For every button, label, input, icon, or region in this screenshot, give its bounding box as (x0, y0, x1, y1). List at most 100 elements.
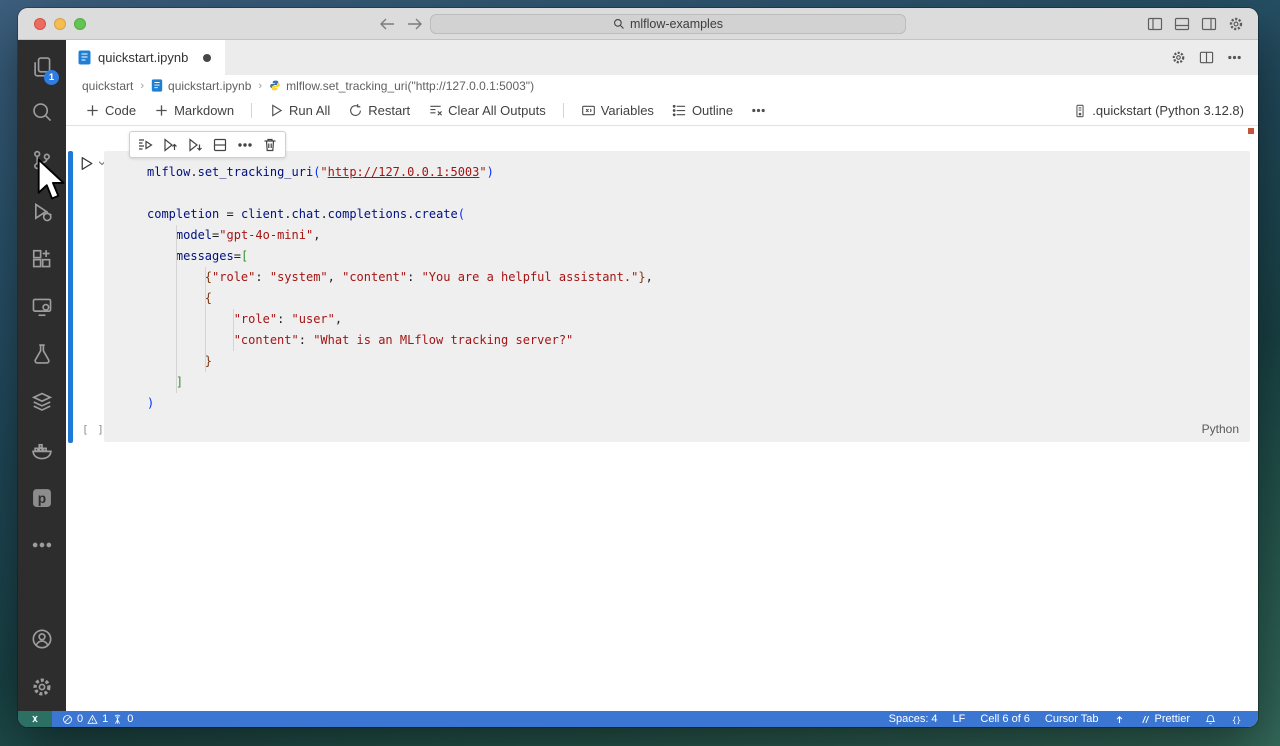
code-line[interactable] (147, 183, 1250, 204)
status-bell[interactable] (1205, 714, 1216, 725)
activity-bar-item-explorer[interactable]: 1 (18, 53, 66, 85)
activity-bar-item-database[interactable] (18, 388, 66, 416)
app-window: mlflow-examples 1 p quickstart.ipynb qui… (18, 8, 1258, 727)
navigate-forward-icon[interactable] (406, 16, 424, 32)
toolbar-outline-button[interactable]: Outline (665, 100, 740, 121)
breadcrumb-separator: › (140, 79, 145, 92)
status-lf[interactable]: LF (953, 713, 966, 725)
code-cell-editor[interactable]: mlflow.set_tracking_uri("http://127.0.0.… (104, 151, 1250, 442)
status-error[interactable]: 0 (62, 713, 83, 725)
run-cell-icon (78, 155, 95, 172)
toggle-panel-bottom-icon[interactable] (1174, 16, 1190, 32)
code-line[interactable]: "content": "What is an MLflow tracking s… (147, 330, 1250, 351)
delete-icon[interactable] (262, 137, 278, 153)
toggle-panel-right-icon[interactable] (1201, 16, 1217, 32)
tab-bar: quickstart.ipynb (66, 40, 1258, 75)
indent-guide (205, 267, 206, 372)
activity-bar-item-source-control[interactable] (18, 146, 66, 174)
run-debug-icon (31, 201, 53, 223)
minimize-window-button[interactable] (54, 18, 66, 30)
toolbar-divider (562, 103, 564, 118)
title-bar: mlflow-examples (18, 8, 1258, 40)
kernel-icon (1073, 104, 1087, 118)
editor-area: quickstart.ipynb quickstart › quickstart… (66, 40, 1258, 711)
toolbar-markdown-button[interactable]: Markdown (147, 100, 241, 121)
notebook-body: mlflow.set_tracking_uri("http://127.0.0.… (66, 126, 1258, 711)
code-line[interactable]: {"role": "system", "content": "You are a… (147, 267, 1250, 288)
toolbar-divider (251, 103, 253, 118)
tab-quickstart-ipynb[interactable]: quickstart.ipynb (66, 40, 226, 75)
breadcrumb-item[interactable]: mlflow.set_tracking_uri("http://127.0.0.… (269, 79, 534, 93)
status-spaces-4[interactable]: Spaces: 4 (889, 713, 938, 725)
arrow-up-icon (1114, 714, 1125, 725)
code-line[interactable]: "role": "user", (147, 309, 1250, 330)
activity-bar-item-docker[interactable] (18, 436, 66, 464)
close-window-button[interactable] (34, 18, 46, 30)
status-cursor-tab[interactable]: Cursor Tab (1045, 713, 1099, 725)
notebook-icon (151, 79, 163, 92)
unsaved-changes-dot[interactable] (203, 53, 212, 62)
activity-bar-item-search[interactable] (18, 98, 66, 126)
run-below-icon[interactable] (187, 137, 203, 153)
python-icon (269, 79, 281, 92)
status-braces[interactable]: {} (1231, 714, 1242, 725)
toolbar-variables-button[interactable]: Variables (574, 100, 661, 121)
command-center-search[interactable]: mlflow-examples (430, 14, 906, 34)
customize-layout-icon[interactable] (1228, 16, 1244, 32)
run-above-icon[interactable] (162, 137, 178, 153)
cell-language-picker[interactable]: Python (1202, 422, 1239, 436)
remote-indicator[interactable] (18, 711, 52, 727)
code-line[interactable]: messages=[ (147, 246, 1250, 267)
status-ports[interactable]: 0 (112, 713, 133, 725)
toolbar-restart-button[interactable]: Restart (341, 100, 417, 121)
tracking-uri-link[interactable]: http://127.0.0.1:5003 (328, 165, 480, 179)
code-line[interactable]: } (147, 351, 1250, 372)
main-area: 1 p quickstart.ipynb quickstart › quicks… (18, 40, 1258, 711)
run-by-line-icon[interactable] (137, 137, 153, 153)
execution-count: [ ] (82, 423, 105, 436)
code-line[interactable]: ) (147, 393, 1250, 414)
toolbar-more-button[interactable] (744, 100, 773, 121)
status-prettier[interactable]: Prettier (1140, 713, 1190, 725)
zoom-window-button[interactable] (74, 18, 86, 30)
notebook-settings-icon[interactable] (1171, 50, 1186, 65)
code-line[interactable]: ] (147, 372, 1250, 393)
kernel-picker[interactable]: .quickstart (Python 3.12.8) (1073, 103, 1244, 118)
breadcrumb-item[interactable]: quickstart (82, 79, 133, 93)
status-cell-6-of-6[interactable]: Cell 6 of 6 (980, 713, 1030, 725)
more-icon[interactable] (237, 137, 253, 153)
activity-bar-item-settings[interactable] (18, 673, 66, 701)
toolbar-run-all-button[interactable]: Run All (262, 100, 337, 121)
notebook-toolbar: Code Markdown Run All Restart Clear All … (66, 96, 1258, 126)
more-icon[interactable] (1227, 50, 1242, 65)
activity-bar-item-account[interactable] (18, 625, 66, 653)
status-warning[interactable]: 1 (87, 713, 108, 725)
search-icon (31, 101, 53, 123)
variables-icon (581, 103, 596, 118)
activity-bar-item-more[interactable] (18, 531, 66, 559)
activity-bar-item-testing[interactable] (18, 340, 66, 368)
status-arrow-up[interactable] (1114, 714, 1125, 725)
error-icon (62, 714, 73, 725)
toolbar-code-button[interactable]: Code (78, 100, 143, 121)
activity-bar-item-remote-explorer[interactable] (18, 293, 66, 321)
toolbar-clear-all-outputs-button[interactable]: Clear All Outputs (421, 100, 553, 121)
breadcrumb-item[interactable]: quickstart.ipynb (151, 79, 251, 93)
code-line[interactable]: { (147, 288, 1250, 309)
breadcrumb-separator: › (258, 79, 263, 92)
indent-guide (233, 309, 234, 351)
activity-bar-item-extensions[interactable] (18, 245, 66, 273)
breadcrumb: quickstart › quickstart.ipynb › mlflow.s… (66, 75, 1258, 96)
notebook-file-icon (78, 50, 91, 65)
code-line[interactable]: model="gpt-4o-mini", (147, 225, 1250, 246)
split-cell-icon[interactable] (212, 137, 228, 153)
toggle-panel-left-icon[interactable] (1147, 16, 1163, 32)
navigate-back-icon[interactable] (378, 16, 396, 32)
activity-bar-item-run-debug[interactable] (18, 198, 66, 226)
activity-bar-item-prettier[interactable]: p (18, 484, 66, 512)
code-line[interactable]: completion = client.chat.completions.cre… (147, 204, 1250, 225)
bell-icon (1205, 714, 1216, 725)
database-icon (31, 391, 53, 413)
split-editor-icon[interactable] (1199, 50, 1214, 65)
code-line[interactable]: mlflow.set_tracking_uri("http://127.0.0.… (147, 162, 1250, 183)
